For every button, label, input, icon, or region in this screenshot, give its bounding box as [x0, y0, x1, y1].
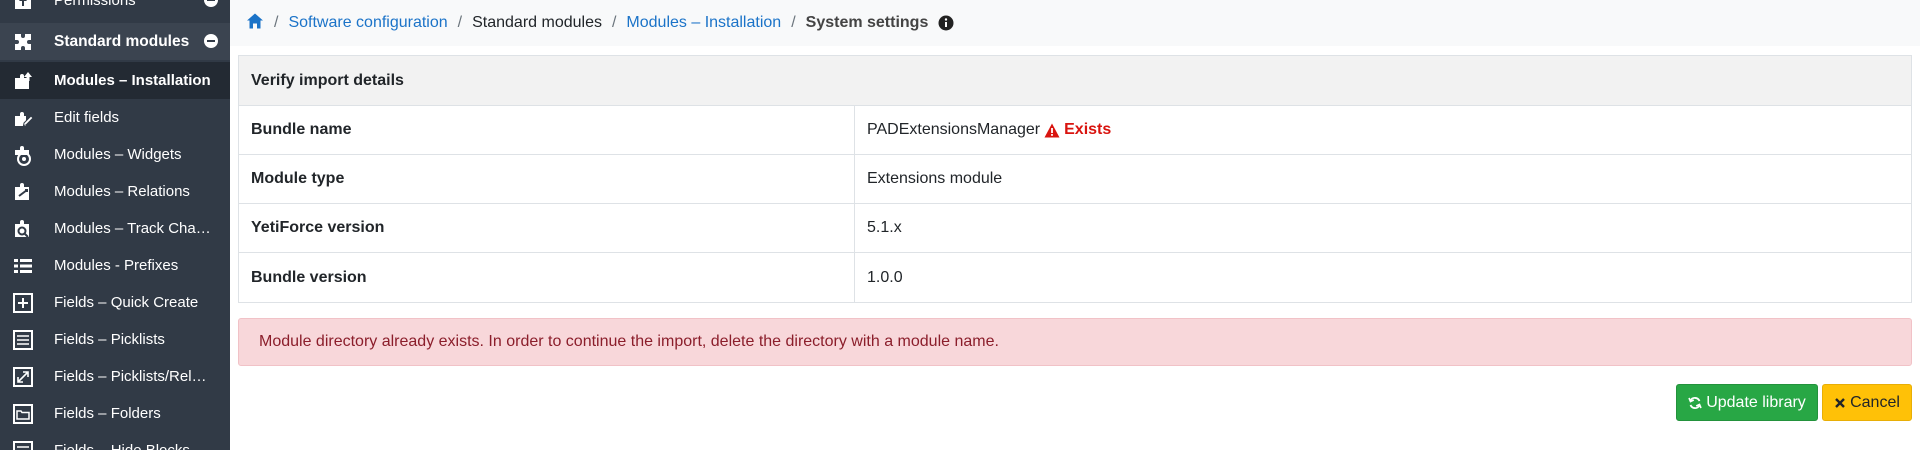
- sidebar-item-standard-modules[interactable]: Standard modules: [0, 23, 230, 60]
- collapse-icon[interactable]: [204, 0, 218, 7]
- panel-title: Verify import details: [239, 56, 1911, 106]
- picklist-relations-icon: [12, 366, 34, 388]
- info-icon[interactable]: [938, 15, 954, 31]
- quick-create-icon: [12, 292, 34, 314]
- home-icon[interactable]: [246, 12, 264, 35]
- sidebar-item-label: Fields – Folders: [54, 405, 161, 422]
- row-value: Extensions module: [867, 170, 1003, 187]
- table-row: Module type Extensions module: [239, 155, 1911, 204]
- sidebar-item-permissions[interactable]: Permissions: [0, 0, 230, 19]
- breadcrumb: / Software configuration / Standard modu…: [230, 0, 1920, 46]
- sidebar-item-modules-widgets[interactable]: Modules – Widgets: [0, 136, 230, 173]
- track-changes-icon: [12, 218, 34, 240]
- sidebar-item-label: Fields – Picklists/Relations: [54, 368, 214, 385]
- sidebar-item-modules-relations[interactable]: Modules – Relations: [0, 173, 230, 210]
- sidebar-item-label: Modules - Prefixes: [54, 257, 179, 274]
- sidebar-item-label: Modules – Track Changes: [54, 220, 214, 237]
- sidebar-item-modules-installation[interactable]: Modules – Installation: [0, 62, 230, 99]
- module-upload-icon: [12, 70, 34, 92]
- permissions-icon: [12, 0, 34, 12]
- sidebar-item-label: Modules – Relations: [54, 183, 190, 200]
- table-row: Bundle name PADExtensionsManager Exists: [239, 106, 1911, 155]
- bundle-name-value: PADExtensionsManager: [867, 121, 1041, 138]
- sidebar-item-fields-folders[interactable]: Fields – Folders: [0, 395, 230, 432]
- sidebar: Permissions Standard modules Modules – I…: [0, 0, 230, 450]
- row-value: 1.0.0: [867, 268, 903, 286]
- row-label: YetiForce version: [239, 204, 855, 252]
- picklist-icon: [12, 329, 34, 351]
- row-label: Bundle version: [239, 253, 855, 302]
- breadcrumb-separator: /: [457, 14, 463, 31]
- breadcrumb-separator: /: [791, 14, 796, 31]
- breadcrumb-software-configuration[interactable]: Software configuration: [288, 14, 447, 32]
- update-library-label: Update library: [1706, 393, 1806, 411]
- widgets-icon: [12, 144, 34, 166]
- sidebar-item-fields-picklists-relations[interactable]: Fields – Picklists/Relations: [0, 358, 230, 395]
- breadcrumb-separator: /: [611, 14, 617, 31]
- sidebar-item-edit-fields[interactable]: Edit fields: [0, 99, 230, 136]
- sidebar-item-modules-prefixes[interactable]: Modules - Prefixes: [0, 247, 230, 284]
- cancel-button[interactable]: Cancel: [1822, 384, 1912, 421]
- exists-badge: Exists: [1044, 121, 1111, 139]
- exists-label: Exists: [1064, 121, 1112, 138]
- page-title: System settings: [805, 14, 929, 31]
- table-row: YetiForce version 5.1.x: [239, 204, 1911, 253]
- row-label: Module type: [239, 155, 855, 203]
- sidebar-item-label: Permissions: [54, 0, 136, 9]
- sidebar-item-label: Fields – Hide Blocks: [54, 442, 190, 450]
- main-content: / Software configuration / Standard modu…: [230, 0, 1920, 450]
- warning-icon: [1044, 123, 1060, 137]
- row-label: Bundle name: [239, 106, 855, 154]
- sidebar-item-label: Modules – Widgets: [54, 146, 182, 163]
- sidebar-item-label: Standard modules: [54, 32, 190, 50]
- sidebar-item-modules-track-changes[interactable]: Modules – Track Changes: [0, 210, 230, 247]
- refresh-icon: [1688, 396, 1702, 409]
- sidebar-item-label: Edit fields: [54, 109, 120, 126]
- edit-fields-icon: [12, 107, 34, 129]
- hide-blocks-icon: [12, 440, 34, 450]
- sidebar-item-label: Fields – Picklists: [54, 331, 165, 348]
- sidebar-item-fields-picklists[interactable]: Fields – Picklists: [0, 321, 230, 358]
- breadcrumb-modules-installation[interactable]: Modules – Installation: [626, 14, 781, 32]
- sidebar-item-fields-quick-create[interactable]: Fields – Quick Create: [0, 284, 230, 321]
- breadcrumb-standard-modules: Standard modules: [472, 14, 602, 31]
- puzzle-icon: [12, 31, 34, 53]
- folder-icon: [12, 403, 34, 425]
- prefixes-icon: [12, 255, 34, 277]
- sidebar-item-label: Fields – Quick Create: [54, 294, 199, 311]
- breadcrumb-separator: /: [274, 14, 279, 31]
- cancel-label: Cancel: [1850, 393, 1900, 411]
- sidebar-item-fields-hide-blocks[interactable]: Fields – Hide Blocks: [0, 432, 230, 450]
- collapse-icon[interactable]: [204, 34, 218, 48]
- relations-icon: [12, 181, 34, 203]
- row-value: 5.1.x: [867, 219, 902, 236]
- table-row: Bundle version 1.0.0: [239, 253, 1911, 302]
- close-icon: [1835, 397, 1845, 408]
- sidebar-item-label: Modules – Installation: [54, 72, 211, 89]
- import-details-panel: Verify import details Bundle name PADExt…: [238, 55, 1912, 303]
- row-value: PADExtensionsManager Exists: [855, 106, 1911, 154]
- error-alert: Module directory already exists. In orde…: [238, 318, 1912, 366]
- update-library-button[interactable]: Update library: [1676, 384, 1818, 421]
